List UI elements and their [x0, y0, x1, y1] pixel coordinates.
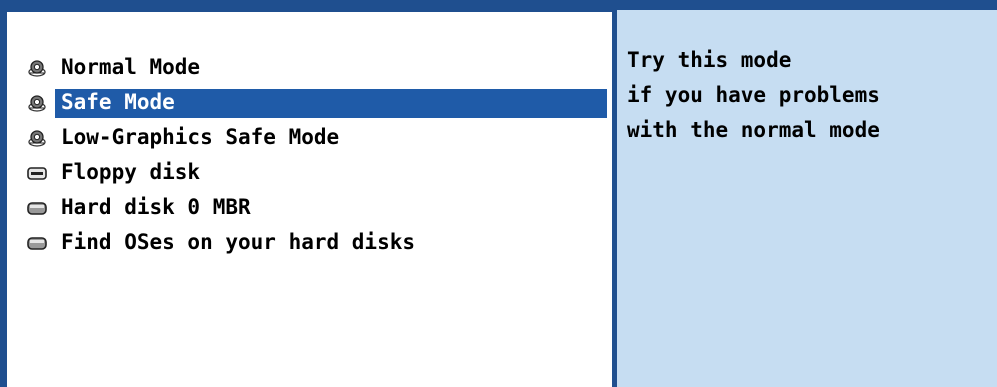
description-line-2: if you have problems — [627, 83, 880, 107]
menu-item-label: Floppy disk — [61, 160, 201, 184]
description-line-3: with the normal mode — [627, 118, 880, 142]
gear-icon — [28, 130, 46, 147]
boot-menu-screen: Normal Mode Safe Mode Low-Graphics Safe … — [0, 0, 997, 387]
menu-item-label: Low-Graphics Safe Mode — [61, 125, 340, 149]
menu-item-label: Find OSes on your hard disks — [61, 230, 416, 254]
description-pane: Try this mode if you have problems with … — [617, 10, 997, 387]
boot-menu-pane: Normal Mode Safe Mode Low-Graphics Safe … — [7, 10, 612, 387]
gear-icon — [28, 60, 46, 77]
menu-item-label: Safe Mode — [61, 90, 175, 114]
menu-item-label: Normal Mode — [61, 55, 201, 79]
gear-icon — [28, 95, 46, 112]
hard-disk-icon — [27, 237, 47, 250]
description-line-1: Try this mode — [627, 48, 792, 72]
menu-item-label: Hard disk 0 MBR — [61, 195, 251, 219]
floppy-disk-icon — [27, 167, 47, 180]
description-text: Try this mode if you have problems with … — [627, 43, 880, 148]
hard-disk-icon — [27, 202, 47, 215]
